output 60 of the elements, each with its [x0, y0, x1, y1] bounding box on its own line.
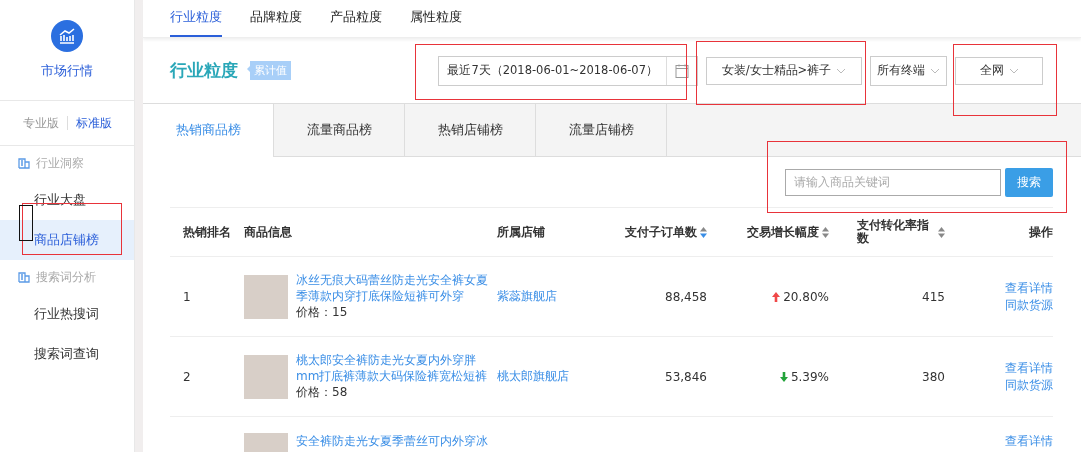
granularity-tab[interactable]: 行业粒度	[170, 0, 222, 37]
page-title: 行业粒度	[170, 59, 238, 82]
rank-cell: 1	[183, 289, 191, 304]
action-link[interactable]: 同款货源	[1005, 376, 1053, 394]
price-text: 价格：58	[296, 384, 349, 402]
product-title-link[interactable]: 安全裤防走光女夏季蕾丝可内外穿冰	[296, 433, 496, 450]
store-link[interactable]: 桃太郎旗舰店	[497, 368, 569, 385]
chevron-down-icon	[836, 67, 847, 74]
column-header: 交易增长幅度	[747, 223, 819, 241]
granularity-tab[interactable]: 品牌粒度	[250, 0, 302, 37]
action-link[interactable]: 查看详情	[1005, 433, 1053, 450]
sort-icon[interactable]	[938, 226, 945, 238]
ranking-tab[interactable]: 热销商品榜	[143, 104, 274, 157]
sidebar-title: 市场行情	[41, 62, 93, 80]
building-icon	[18, 157, 30, 169]
channel-dropdown[interactable]: 全网	[955, 56, 1043, 85]
sidebar-item[interactable]: 商品店铺榜	[0, 220, 134, 260]
column-header: 热销排名	[183, 223, 231, 241]
version-tab[interactable]: 标准版	[75, 114, 112, 132]
section-label: 搜索词分析	[36, 268, 96, 286]
date-range-picker[interactable]: 最近7天（2018-06-01~2018-06-07）	[438, 55, 698, 86]
product-title-link[interactable]: 冰丝无痕大码蕾丝防走光安全裤女夏季薄款内穿打底保险短裤可外穿	[296, 271, 496, 305]
column-header: 所属店铺	[497, 223, 545, 241]
column-header: 支付转化率指数	[857, 218, 930, 246]
granularity-tab[interactable]: 属性粒度	[410, 0, 462, 37]
conversion-cell: 380	[922, 369, 945, 384]
orders-cell: 88,458	[665, 289, 707, 304]
chevron-down-icon	[1008, 67, 1019, 74]
sort-icon[interactable]	[822, 226, 829, 238]
chevron-down-icon	[930, 67, 940, 74]
column-header: 商品信息	[244, 223, 292, 241]
section-label: 行业洞察	[36, 154, 84, 172]
photo-placeholder	[244, 354, 288, 399]
granularity-tab[interactable]: 产品粒度	[330, 0, 382, 37]
action-link[interactable]: 同款货源	[1005, 296, 1053, 314]
sidebar-item[interactable]: 搜索词查询	[0, 334, 134, 374]
action-link[interactable]: 查看详情	[1005, 279, 1053, 297]
orders-cell: 53,846	[665, 369, 707, 384]
product-title-link[interactable]: 桃太郎安全裤防走光女夏内外穿胖mm打底裤薄款大码保险裤宽松短裤	[296, 351, 496, 385]
store-link[interactable]: 紫蕊旗舰店	[497, 288, 557, 305]
ranking-tab[interactable]: 热销店铺榜	[405, 104, 536, 156]
rank-cell: 2	[183, 369, 191, 384]
action-link[interactable]: 查看详情	[1005, 359, 1053, 377]
conversion-cell: 415	[922, 289, 945, 304]
column-header: 操作	[1029, 223, 1053, 241]
photo-placeholder	[244, 274, 288, 319]
column-header: 支付子订单数	[625, 223, 697, 241]
category-dropdown[interactable]: 女装/女士精品>裤子	[706, 56, 862, 85]
ranking-tab[interactable]: 流量商品榜	[274, 104, 405, 156]
ranking-tab[interactable]: 流量店铺榜	[536, 104, 667, 156]
terminal-dropdown[interactable]: 所有终端	[870, 55, 947, 86]
version-tab[interactable]: 专业版	[22, 114, 59, 132]
sort-icon[interactable]	[700, 226, 707, 238]
price-text: 价格：15	[296, 304, 349, 322]
chart-logo-icon	[51, 20, 83, 52]
building-icon	[18, 271, 30, 283]
keyword-search-field[interactable]: 请输入商品关键词	[785, 168, 1001, 196]
sidebar-item[interactable]: 行业热搜词	[0, 294, 134, 334]
growth-cell: 5.39%	[790, 369, 829, 384]
growth-cell: 20.80%	[783, 289, 829, 304]
